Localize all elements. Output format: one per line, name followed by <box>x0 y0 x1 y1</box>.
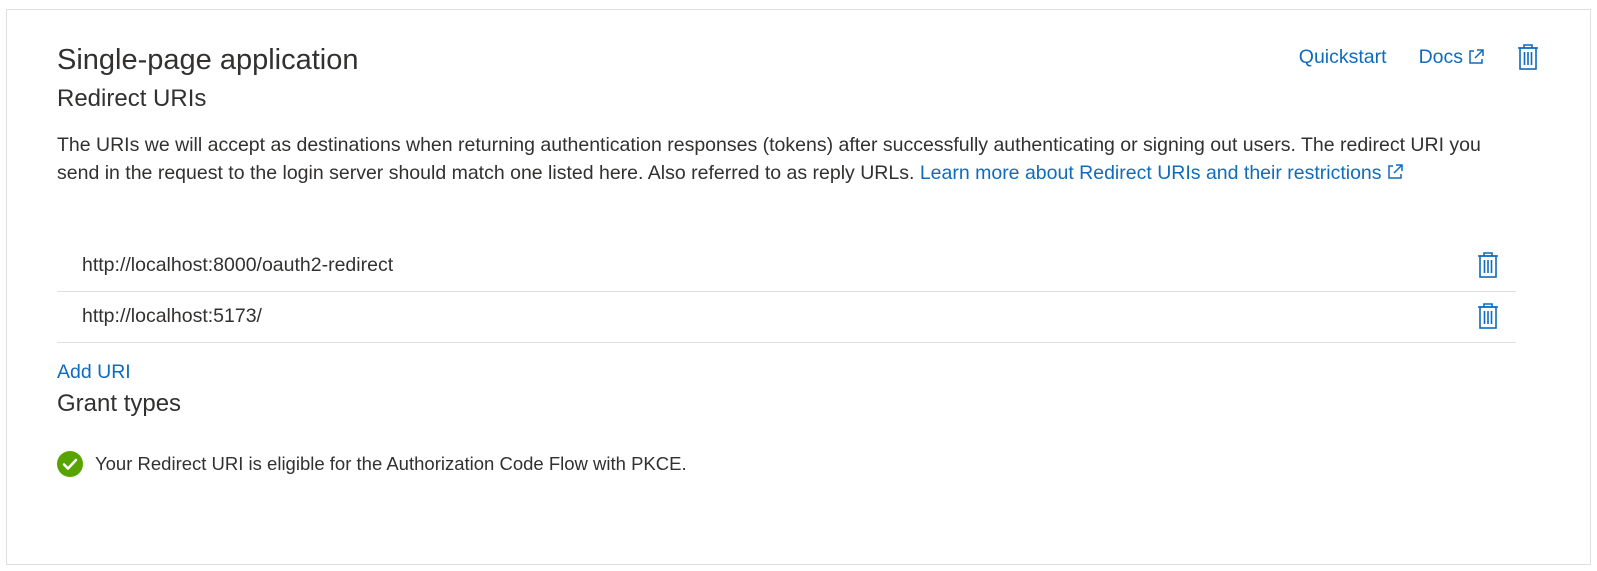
redirect-uris-description: The URIs we will accept as destinations … <box>57 131 1517 187</box>
platform-title: Single-page application <box>57 44 359 76</box>
redirect-uri-row: http://localhost:8000/oauth2-redirect <box>57 241 1516 292</box>
docs-link[interactable]: Docs <box>1419 46 1486 69</box>
redirect-uri-value[interactable]: http://localhost:5173/ <box>82 305 262 328</box>
grant-status: Your Redirect URI is eligible for the Au… <box>57 451 687 477</box>
learn-more-link-label: Learn more about Redirect URIs and their… <box>919 162 1382 184</box>
add-uri-link[interactable]: Add URI <box>57 361 131 384</box>
delete-uri-trash-icon[interactable] <box>1476 302 1500 330</box>
delete-uri-trash-icon[interactable] <box>1476 251 1500 279</box>
checkmark-circle-icon <box>57 451 83 477</box>
redirect-uris-heading: Redirect URIs <box>57 85 207 112</box>
learn-more-link[interactable]: Learn more about Redirect URIs and their… <box>920 162 1405 184</box>
quickstart-link[interactable]: Quickstart <box>1299 46 1387 69</box>
redirect-uri-row: http://localhost:5173/ <box>57 292 1516 343</box>
platform-actions: Quickstart Docs <box>1299 43 1540 71</box>
delete-platform-trash-icon[interactable] <box>1516 43 1540 71</box>
redirect-uri-list: http://localhost:8000/oauth2-redirect ht… <box>57 241 1516 343</box>
redirect-uri-value[interactable]: http://localhost:8000/oauth2-redirect <box>82 254 393 277</box>
external-link-icon <box>1387 164 1403 179</box>
spa-platform-card: Single-page application Redirect URIs Qu… <box>6 9 1591 565</box>
grant-types-heading: Grant types <box>57 390 182 417</box>
external-link-icon <box>1469 49 1484 64</box>
grant-status-text: Your Redirect URI is eligible for the Au… <box>95 453 687 474</box>
docs-link-label: Docs <box>1418 45 1463 68</box>
